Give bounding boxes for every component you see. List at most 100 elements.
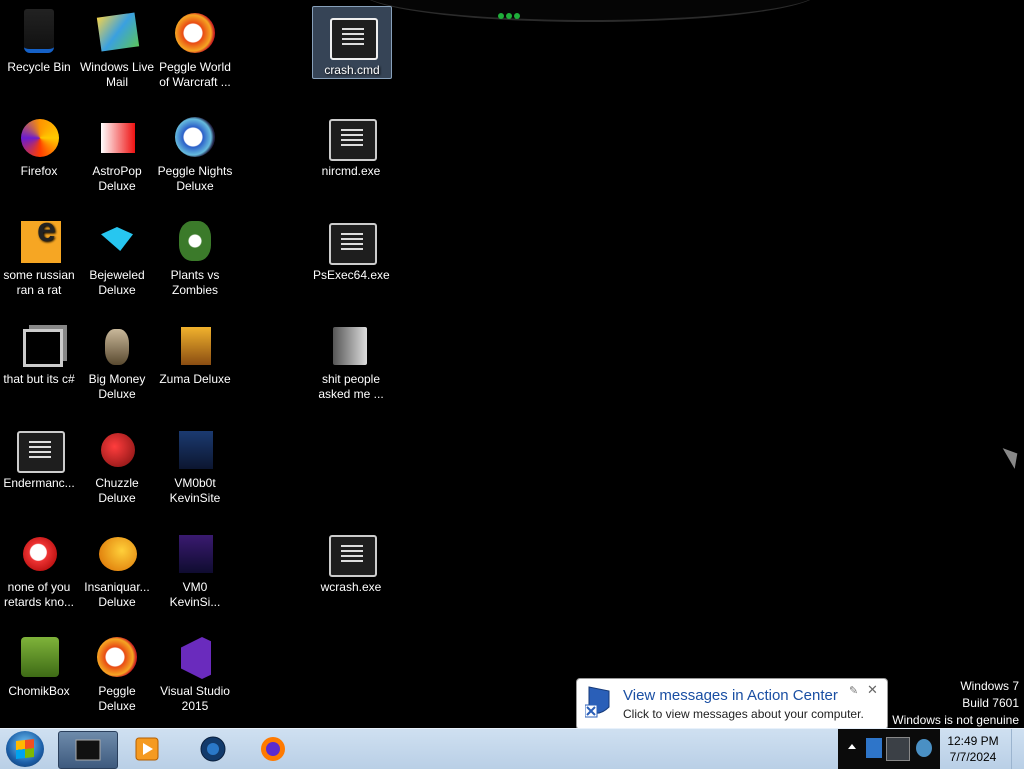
icon-label: shit people asked me ...	[318, 372, 384, 401]
exe-icon	[327, 113, 377, 161]
desktop-icon-astropop[interactable]: AstroPop Deluxe	[78, 108, 156, 194]
desktop-icon-psexec64[interactable]: PsExec64.exe	[312, 212, 390, 283]
exe-icon	[15, 425, 65, 473]
firefox-icon	[15, 113, 63, 161]
icon-label: Chuzzle Deluxe	[95, 476, 139, 505]
insaniquarium-icon	[93, 529, 141, 577]
taskbar[interactable]: 12:49 PM 7/7/2024	[0, 728, 1024, 769]
taskbar-button-media-center[interactable]	[184, 731, 242, 767]
visual-studio-icon	[171, 633, 219, 681]
icon-label: wcrash.exe	[320, 580, 382, 594]
desktop-icon-bejeweled[interactable]: Bejeweled Deluxe	[78, 212, 156, 298]
cmd-file-icon	[328, 12, 378, 60]
desktop-icon-folder[interactable]: shit people asked me ...	[312, 316, 390, 402]
windows-watermark: Windows 7 Build 7601 Windows is not genu…	[892, 678, 1019, 728]
stack-icon	[15, 321, 63, 369]
astropop-icon	[93, 113, 141, 161]
desktop-icon-peggle-nights[interactable]: Peggle Nights Deluxe	[156, 108, 234, 194]
desktop-icon-peggle-wow[interactable]: Peggle World of Warcraft ...	[156, 4, 234, 90]
icon-label: crash.cmd	[324, 63, 380, 77]
icon-label: VM0b0t KevinSite	[169, 476, 221, 505]
balloon-title[interactable]: View messages in Action Center	[623, 687, 838, 704]
desktop-icon-nircmd[interactable]: nircmd.exe	[312, 108, 390, 179]
mouse-cursor-icon	[1002, 443, 1024, 469]
exe-icon	[327, 529, 377, 577]
chuzzle-icon	[93, 425, 141, 473]
desktop-icon-crash-cmd[interactable]: crash.cmd	[312, 6, 392, 79]
network-icon[interactable]	[886, 737, 910, 761]
bejeweled-icon	[93, 217, 141, 265]
desktop-icon-big-money[interactable]: Big Money Deluxe	[78, 316, 156, 402]
desktop-icon-none-of-you[interactable]: none of you retards kno...	[0, 524, 78, 610]
icon-label: Visual Studio 2015	[160, 684, 230, 713]
vm-icon	[171, 425, 219, 473]
icon-label: AstroPop Deluxe	[92, 164, 142, 193]
desktop-icon-recycle-bin[interactable]: Recycle Bin	[0, 4, 78, 75]
peggle-nights-icon	[171, 113, 219, 161]
desktop-icon-wcrash[interactable]: wcrash.exe	[312, 524, 390, 595]
icon-label: Firefox	[20, 164, 58, 178]
taskbar-button-media-player[interactable]	[118, 731, 176, 767]
icon-label: Recycle Bin	[7, 60, 71, 74]
icon-label: none of you retards kno...	[3, 580, 75, 609]
icon-label: ChomikBox	[8, 684, 70, 698]
taskbar-button-firefox[interactable]	[244, 731, 302, 767]
firefox-icon	[261, 737, 285, 761]
icon-label: PsExec64.exe	[313, 268, 390, 282]
background-arc	[360, 0, 820, 22]
desktop-icon-vm0b0t[interactable]: VM0b0t KevinSite	[156, 420, 234, 506]
background-lights	[498, 6, 526, 19]
desktop-icon-insaniquarium[interactable]: Insaniquar... Deluxe	[78, 524, 156, 610]
icon-label: Plants vs Zombies	[170, 268, 220, 297]
exe-icon	[327, 217, 377, 265]
icon-label: Big Money Deluxe	[88, 372, 146, 401]
desktop-icon-plants-vs-zombies[interactable]: Plants vs Zombies	[156, 212, 234, 298]
watermark-line: Windows 7	[960, 679, 1019, 693]
desktop-icon-c-sharp[interactable]: that but its c#	[0, 316, 78, 387]
icon-label: Endermanc...	[3, 476, 75, 490]
desktop-icon-chuzzle[interactable]: Chuzzle Deluxe	[78, 420, 156, 506]
rat-icon	[15, 217, 63, 265]
icon-label: Windows Live Mail	[79, 60, 155, 89]
desktop-icon-peggle-deluxe[interactable]: Peggle Deluxe	[78, 628, 156, 714]
close-icon[interactable]: ✕	[867, 682, 878, 698]
show-desktop-button[interactable]	[1011, 729, 1024, 769]
pin-icon[interactable]: ✎	[849, 684, 858, 697]
watermark-line: Windows is not genuine	[892, 713, 1019, 727]
balloon-subtitle: Click to view messages about your comput…	[623, 707, 864, 721]
clock-time: 12:49 PM	[947, 734, 999, 748]
windows-logo-icon	[16, 739, 34, 759]
show-hidden-icons-icon[interactable]	[848, 744, 856, 749]
desktop-icon-rat[interactable]: some russian ran a rat	[0, 212, 78, 298]
action-center-flag-icon	[585, 686, 610, 718]
recycle-bin-icon	[15, 9, 63, 57]
chomikbox-icon	[15, 633, 63, 681]
icon-label: that but its c#	[3, 372, 75, 386]
desktop-icon-zuma[interactable]: Zuma Deluxe	[156, 316, 234, 387]
icon-label: VM0 KevinSi...	[169, 580, 221, 609]
clock-date: 7/7/2024	[949, 750, 997, 764]
desktop-icon-endermanch[interactable]: Endermanc...	[0, 420, 78, 491]
start-button[interactable]	[6, 731, 44, 767]
taskbar-button-cmd[interactable]	[58, 731, 118, 769]
media-player-icon	[135, 737, 159, 761]
action-center-balloon[interactable]: View messages in Action Center Click to …	[576, 678, 888, 742]
system-tray[interactable]	[838, 729, 940, 769]
folder-icon	[327, 321, 375, 369]
desktop[interactable]: Recycle Bin Firefox some russian ran a r…	[0, 0, 1024, 728]
windows-live-mail-icon	[93, 9, 141, 57]
media-center-icon	[200, 736, 226, 762]
zuma-icon	[171, 321, 219, 369]
action-center-icon[interactable]	[866, 738, 882, 758]
desktop-icon-firefox[interactable]: Firefox	[0, 108, 78, 179]
icon-label: Peggle Nights Deluxe	[157, 164, 233, 193]
desktop-icon-windows-live-mail[interactable]: Windows Live Mail	[78, 4, 156, 90]
peggle-icon	[93, 633, 141, 681]
desktop-icon-visual-studio[interactable]: Visual Studio 2015	[156, 628, 234, 714]
desktop-icon-chomikbox[interactable]: ChomikBox	[0, 628, 78, 699]
volume-icon[interactable]	[916, 739, 932, 757]
desktop-icon-vm0-kevinsite[interactable]: VM0 KevinSi...	[156, 524, 234, 610]
clock[interactable]: 12:49 PM 7/7/2024	[940, 733, 1006, 765]
big-money-icon	[93, 321, 141, 369]
plants-vs-zombies-icon	[171, 217, 219, 265]
